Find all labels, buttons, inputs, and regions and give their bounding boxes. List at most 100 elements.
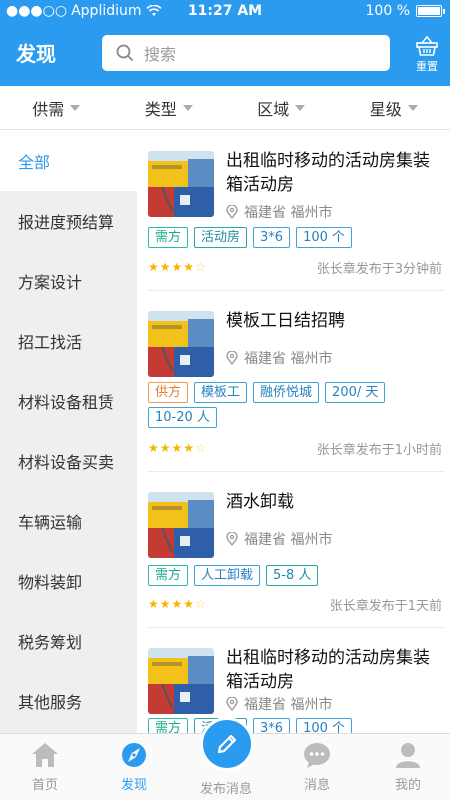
listing-title: 模板工日结招聘	[226, 311, 345, 331]
listing-tags: 需方 活动房 3*6 100 个	[148, 227, 444, 248]
tag-demand: 需方	[148, 565, 189, 586]
sidebar-item-transport[interactable]: 车辆运输	[0, 491, 137, 551]
star-filled-icon: ★	[148, 441, 159, 455]
star-empty-icon: ☆	[195, 441, 206, 455]
reset-button[interactable]: 重置	[412, 36, 442, 74]
tag-item: 10-20 人	[148, 407, 217, 428]
listing-tags: 需方 活动房 3*6 100 个	[148, 718, 444, 733]
listing-card[interactable]: 模板工日结招聘 福建省 福州市 供方 模板工 融侨悦城 200/ 天 10-20…	[148, 291, 444, 472]
basket-icon	[416, 36, 438, 56]
category-sidebar: 全部 报进度预结算 方案设计 招工找活 材料设备租赁 材料设备买卖 车辆运输 物…	[0, 131, 137, 733]
sidebar-item-other[interactable]: 其他服务	[0, 671, 137, 731]
listing-thumbnail	[148, 151, 214, 217]
tag-item: 活动房	[194, 227, 248, 248]
tag-item: 3*6	[253, 227, 291, 248]
star-filled-icon: ★	[183, 441, 195, 455]
tag-item: 融侨悦城	[253, 382, 320, 403]
battery-percent: 100 %	[365, 3, 410, 19]
sidebar-item-all[interactable]: 全部	[0, 131, 137, 191]
nav-messages[interactable]: 消息	[282, 742, 352, 793]
listing-card[interactable]: 出租临时移动的活动房集装箱活动房 福建省 福州市 需方 活动房 3*6 100 …	[148, 131, 444, 291]
tag-demand: 需方	[148, 718, 189, 733]
rating-stars: ★ ★ ★ ★ ☆	[148, 261, 206, 273]
tag-item: 3*6	[253, 718, 291, 733]
tag-item: 100 个	[296, 227, 353, 248]
filter-supply-demand[interactable]: 供需	[0, 86, 113, 129]
top-bar: ●●●○○ Applidium 11:27 AM 100 % 发现 搜索 重置	[0, 0, 450, 86]
star-filled-icon: ★	[183, 260, 195, 274]
listing-title: 出租临时移动的活动房集装箱活动房	[226, 151, 430, 195]
tag-demand: 需方	[148, 227, 189, 248]
star-filled-icon: ★	[183, 597, 195, 611]
star-filled-icon: ★	[148, 260, 159, 274]
tag-item: 100 个	[296, 718, 353, 733]
pencil-icon	[217, 734, 237, 754]
tag-item: 模板工	[194, 382, 248, 403]
filter-region[interactable]: 区域	[225, 86, 338, 129]
tag-item: 人工卸载	[194, 565, 261, 586]
rating-stars: ★ ★ ★ ★ ☆	[148, 442, 206, 454]
sidebar-item-tax[interactable]: 税务筹划	[0, 611, 137, 671]
star-filled-icon: ★	[148, 597, 159, 611]
sidebar-item-equipment-trade[interactable]: 材料设备买卖	[0, 431, 137, 491]
nav-home[interactable]: 首页	[10, 742, 80, 793]
reset-label: 重置	[416, 60, 438, 73]
listing-thumbnail	[148, 648, 214, 714]
location-pin-icon	[226, 351, 238, 365]
listing-list: 出租临时移动的活动房集装箱活动房 福建省 福州市 需方 活动房 3*6 100 …	[137, 131, 450, 733]
publish-info: 张长章发布于1小时前	[316, 443, 442, 458]
compass-icon	[122, 743, 146, 767]
listing-location: 福建省 福州市	[226, 529, 332, 549]
nav-discover[interactable]: 发现	[99, 742, 169, 793]
user-icon	[396, 743, 420, 768]
listing-card[interactable]: 酒水卸载 福建省 福州市 需方 人工卸载 5-8 人 ★ ★ ★ ★ ☆ 张长章发布于1…	[148, 472, 444, 628]
publish-info: 张长章发布于1天前	[329, 599, 442, 614]
location-pin-icon	[226, 697, 238, 711]
dropdown-arrow-icon	[70, 104, 81, 111]
listing-tags: 供方 模板工 融侨悦城 200/ 天 10-20 人	[148, 382, 444, 428]
nav-publish-label[interactable]: 发布消息	[191, 778, 261, 797]
chat-bubble-icon	[304, 743, 330, 768]
star-filled-icon: ★	[159, 260, 171, 274]
nav-profile[interactable]: 我的	[373, 742, 443, 793]
status-bar: ●●●○○ Applidium 11:27 AM 100 %	[0, 0, 450, 24]
battery-icon	[416, 5, 445, 17]
star-empty-icon: ☆	[195, 597, 206, 611]
dropdown-arrow-icon	[407, 104, 418, 111]
home-icon	[32, 743, 58, 767]
dropdown-arrow-icon	[295, 104, 306, 111]
location-pin-icon	[226, 532, 238, 546]
search-input[interactable]: 搜索	[102, 35, 390, 71]
search-placeholder: 搜索	[144, 45, 177, 64]
search-icon	[116, 44, 134, 62]
listing-location: 福建省 福州市	[226, 348, 332, 368]
star-filled-icon: ★	[171, 260, 183, 274]
star-filled-icon: ★	[171, 597, 183, 611]
star-filled-icon: ★	[159, 441, 171, 455]
listing-thumbnail	[148, 311, 214, 377]
filter-rating[interactable]: 星级	[338, 86, 450, 129]
sidebar-item-progress-settlement[interactable]: 报进度预结算	[0, 191, 137, 251]
listing-card[interactable]: 出租临时移动的活动房集装箱活动房 福建省 福州市 需方 活动房 3*6 100 …	[148, 628, 444, 733]
sidebar-item-design[interactable]: 方案设计	[0, 251, 137, 311]
listing-tags: 需方 人工卸载 5-8 人	[148, 565, 444, 586]
page-title: 发现	[16, 42, 56, 66]
rating-stars: ★ ★ ★ ★ ☆	[148, 598, 206, 610]
sidebar-item-loading[interactable]: 物料装卸	[0, 551, 137, 611]
filter-type[interactable]: 类型	[113, 86, 226, 129]
sidebar-item-equipment-rental[interactable]: 材料设备租赁	[0, 371, 137, 431]
star-filled-icon: ★	[159, 597, 171, 611]
publish-button[interactable]	[200, 717, 254, 771]
listing-thumbnail	[148, 492, 214, 558]
listing-title: 出租临时移动的活动房集装箱活动房	[226, 648, 430, 692]
dropdown-arrow-icon	[182, 104, 193, 111]
publish-info: 张长章发布于3分钟前	[316, 262, 442, 277]
tag-item: 200/ 天	[325, 382, 386, 403]
sidebar-item-jobs[interactable]: 招工找活	[0, 311, 137, 371]
listing-location: 福建省 福州市	[226, 694, 332, 714]
tag-item: 5-8 人	[266, 565, 319, 586]
listing-location: 福建省 福州市	[226, 202, 332, 222]
tag-supply: 供方	[148, 382, 189, 403]
battery-group: 100 %	[365, 3, 445, 19]
location-pin-icon	[226, 205, 238, 219]
